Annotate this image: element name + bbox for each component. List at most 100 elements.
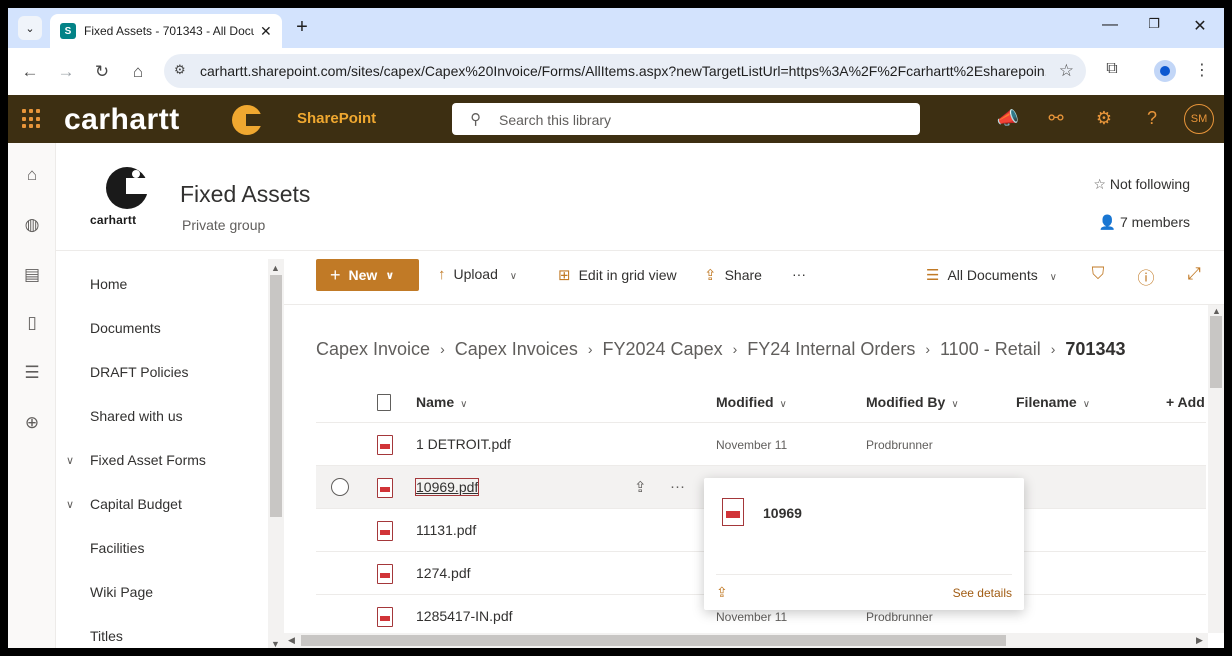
news-icon[interactable]: ▤ [20,263,44,287]
create-icon[interactable]: ⊕ [20,411,44,435]
address-url: carhartt.sharepoint.com/sites/capex/Cape… [200,63,1046,79]
megaphone-icon[interactable]: 📣 [996,108,1020,129]
browser-tab-active[interactable]: S Fixed Assets - 701343 - All Documents … [50,14,282,48]
row-select-checkbox[interactable] [331,478,349,496]
share-icon[interactable]: ⇪ [716,584,728,601]
nav-item-titles[interactable]: Titles [90,628,123,644]
breadcrumb-capex-invoice[interactable]: Capex Invoice [316,339,430,360]
brand-logo[interactable]: carhartt [64,103,180,137]
file-hover-card: 10969 ⇪ See details [704,478,1024,610]
new-tab-icon[interactable]: + [290,16,314,39]
file-name-link[interactable]: 1274.pdf [416,565,471,581]
share-button[interactable]: ⇪ Share [704,266,762,284]
column-header-name[interactable]: Name ∨ [416,394,467,410]
nav-item-home[interactable]: Home [90,276,127,292]
nav-item-documents[interactable]: Documents [90,320,161,336]
profile-avatar-icon[interactable] [1154,60,1176,82]
restore-icon[interactable]: ❐ [1142,16,1166,32]
chevron-down-icon: ∨ [1082,399,1091,410]
tab-close-icon[interactable]: ✕ [260,23,272,40]
reload-icon[interactable]: ↻ [90,60,114,84]
app-launcher-icon[interactable] [22,109,42,129]
scroll-up-icon[interactable]: ▲ [1212,306,1221,316]
add-column-button[interactable]: + Add [1166,394,1205,410]
column-header-modified[interactable]: Modified ∨ [716,394,787,410]
extensions-icon[interactable]: ⧉ [1100,60,1124,78]
network-icon[interactable]: ⚯ [1044,108,1068,129]
scroll-left-icon[interactable]: ◀ [288,635,295,646]
tab-search-icon[interactable]: ⌄ [18,16,42,40]
column-header-modified-by[interactable]: Modified By ∨ [866,394,959,410]
list-vertical-scrollbar-thumb[interactable] [1210,316,1222,388]
scroll-down-icon[interactable]: ▼ [271,639,280,648]
more-actions-icon[interactable]: ··· [670,478,685,495]
plus-icon: + [330,264,341,285]
nav-item-wiki-page[interactable]: Wiki Page [90,584,153,600]
modified-by[interactable]: Prodbrunner [866,438,933,452]
chevron-down-icon: ∨ [951,399,959,410]
help-icon[interactable]: ? [1140,108,1164,129]
globe-icon[interactable]: ◍ [20,213,44,237]
see-details-link[interactable]: See details [953,586,1012,600]
hover-card-title[interactable]: 10969 [763,505,802,521]
file-icon[interactable]: ▯ [20,311,44,335]
window-close-icon[interactable]: ✕ [1188,16,1212,36]
user-avatar[interactable]: SM [1184,104,1214,134]
home-icon[interactable]: ⌂ [20,163,44,187]
search-input[interactable]: ⚲ Search this library [452,103,920,135]
list-horizontal-scrollbar-thumb[interactable] [301,635,1006,646]
members-button[interactable]: 👤 7 members [1099,214,1190,231]
table-row[interactable]: 1 DETROIT.pdf November 11 Prodbrunner [316,423,1206,466]
modified-by[interactable]: Prodbrunner [866,610,933,624]
chevron-down-icon[interactable]: ∨ [66,498,74,511]
file-type-icon[interactable] [377,394,391,411]
file-name-link[interactable]: 1 DETROIT.pdf [416,436,511,452]
file-name-link[interactable]: 10969.pdf [414,478,480,496]
nav-item-shared-with-us[interactable]: Shared with us [90,408,183,424]
breadcrumb-fy24-internal-orders[interactable]: FY24 Internal Orders [747,339,915,360]
edit-grid-view-button[interactable]: ⊞ Edit in grid view [558,266,677,284]
file-name-link[interactable]: 11131.pdf [416,522,476,538]
address-bar[interactable]: ⚙ carhartt.sharepoint.com/sites/capex/Ca… [164,54,1086,88]
column-modified-label: Modified [716,394,774,410]
site-info-icon[interactable]: ⚙ [174,62,186,78]
pdf-file-icon [722,498,744,526]
search-icon: ⚲ [470,111,481,128]
share-icon[interactable]: ⇪ [634,478,647,496]
nav-item-draft-policies[interactable]: DRAFT Policies [90,364,189,380]
chevron-down-icon[interactable]: ∨ [66,454,74,467]
nav-scrollbar-thumb[interactable] [270,275,282,517]
nav-item-capital-budget[interactable]: Capital Budget [90,496,182,512]
share-label: Share [724,267,762,283]
scroll-up-icon[interactable]: ▲ [271,263,280,273]
site-title[interactable]: Fixed Assets [180,181,310,208]
scroll-right-icon[interactable]: ▶ [1196,635,1203,646]
file-name-link[interactable]: 1285417-IN.pdf [416,608,513,624]
minimize-icon[interactable]: — [1098,16,1122,34]
bookmark-star-icon[interactable]: ☆ [1059,61,1074,81]
column-header-filename[interactable]: Filename ∨ [1016,394,1090,410]
breadcrumb-1100-retail[interactable]: 1100 - Retail [940,339,1041,360]
site-logo[interactable]: carhartt [90,167,150,227]
view-selector[interactable]: ☰ All Documents ∨ [926,266,1057,284]
chevron-right-icon: › [587,341,593,357]
forward-icon[interactable]: → [54,60,78,84]
back-icon[interactable]: ← [18,60,42,84]
home-icon[interactable]: ⌂ [126,60,150,84]
follow-button[interactable]: ☆ Not following [1093,176,1190,193]
more-actions-button[interactable]: ··· [792,266,806,282]
breadcrumb-capex-invoices[interactable]: Capex Invoices [455,339,578,360]
expand-icon[interactable]: ⤢ [1182,264,1206,284]
info-icon[interactable]: ⓘ [1134,264,1158,289]
carhartt-c-logo-icon [106,167,148,209]
upload-button[interactable]: ↑ Upload ∨ [438,266,517,283]
settings-gear-icon[interactable]: ⚙ [1092,108,1116,129]
sharepoint-label[interactable]: SharePoint [297,110,376,127]
nav-item-facilities[interactable]: Facilities [90,540,144,556]
filter-icon[interactable]: ⛉ [1086,264,1110,284]
new-button[interactable]: + New ∨ [316,259,419,291]
lists-icon[interactable]: ☰ [20,361,44,385]
breadcrumb-fy2024-capex[interactable]: FY2024 Capex [603,339,723,360]
browser-menu-icon[interactable]: ⋮ [1190,60,1214,80]
nav-item-fixed-asset-forms[interactable]: Fixed Asset Forms [90,452,206,468]
